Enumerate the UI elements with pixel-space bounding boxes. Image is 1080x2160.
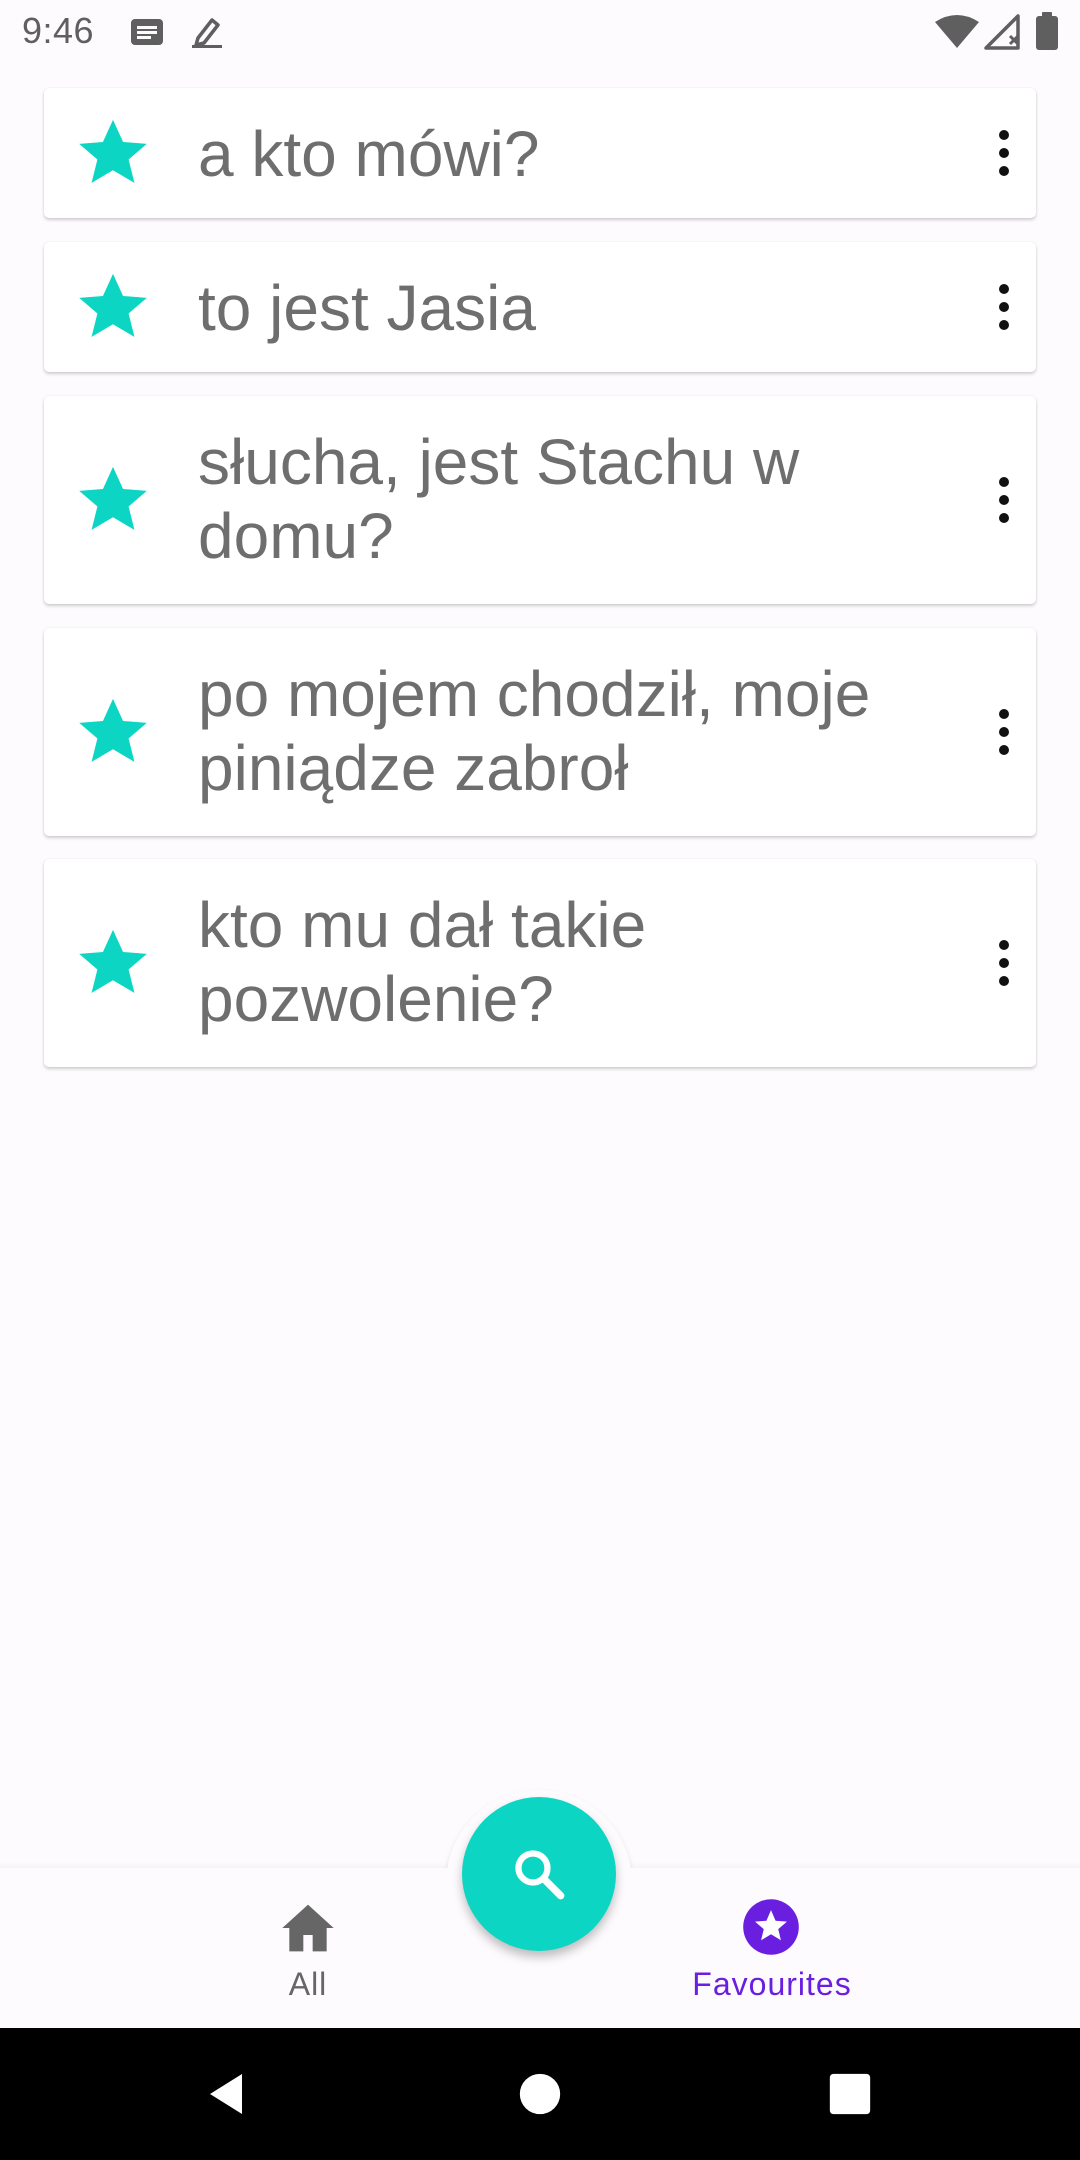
more-options-icon[interactable] bbox=[984, 933, 1024, 993]
star-icon[interactable] bbox=[74, 114, 152, 192]
edit-note-icon bbox=[192, 18, 222, 48]
star-icon[interactable] bbox=[74, 693, 152, 771]
status-time: 9:46 bbox=[22, 10, 95, 51]
message-icon bbox=[131, 19, 163, 45]
phrase-text: a kto mówi? bbox=[198, 118, 540, 190]
nav-item-all[interactable]: All bbox=[188, 1868, 428, 2028]
signal-icon bbox=[984, 14, 1020, 50]
battery-icon bbox=[1074, 14, 1078, 16]
battery-body-icon bbox=[1036, 12, 1058, 50]
phrase-text: to jest Jasia bbox=[198, 272, 536, 344]
phrase-text: słucha, jest Stachu w domu? bbox=[198, 426, 800, 572]
recents-icon[interactable] bbox=[828, 2072, 872, 2116]
back-icon[interactable] bbox=[202, 2070, 250, 2118]
nav-item-favourites[interactable]: Favourites bbox=[652, 1868, 892, 2028]
phrase-text: po mojem chodził, moje piniądze zabroł bbox=[198, 658, 871, 804]
more-options-icon[interactable] bbox=[984, 702, 1024, 762]
star-icon[interactable] bbox=[74, 461, 152, 539]
wifi-icon bbox=[935, 15, 979, 48]
nav-label-all: All bbox=[288, 1966, 328, 2002]
more-options-icon[interactable] bbox=[984, 470, 1024, 530]
favourite-star-icon bbox=[743, 1899, 799, 1955]
home-icon bbox=[282, 1904, 334, 1952]
phrase-card[interactable]: po mojem chodził, moje piniądze zabroł bbox=[44, 628, 1036, 836]
more-options-icon[interactable] bbox=[984, 123, 1024, 183]
search-icon bbox=[515, 1850, 565, 1900]
system-nav-bar bbox=[0, 2028, 1080, 2160]
nav-label-favourites: Favourites bbox=[692, 1966, 852, 2002]
phrase-card[interactable]: to jest Jasia bbox=[44, 242, 1036, 372]
more-options-icon[interactable] bbox=[984, 277, 1024, 337]
phrase-card[interactable]: słucha, jest Stachu w domu? bbox=[44, 396, 1036, 604]
star-icon[interactable] bbox=[74, 268, 152, 346]
phrase-text: kto mu dał takie pozwolenie? bbox=[198, 889, 647, 1035]
home-circle-icon[interactable] bbox=[518, 2072, 562, 2116]
phrase-card[interactable]: a kto mówi? bbox=[44, 88, 1036, 218]
phrase-card[interactable]: kto mu dał takie pozwolenie? bbox=[44, 859, 1036, 1067]
star-icon[interactable] bbox=[74, 924, 152, 1002]
search-fab[interactable] bbox=[462, 1797, 616, 1951]
status-bar: 9:46 bbox=[0, 0, 1080, 66]
